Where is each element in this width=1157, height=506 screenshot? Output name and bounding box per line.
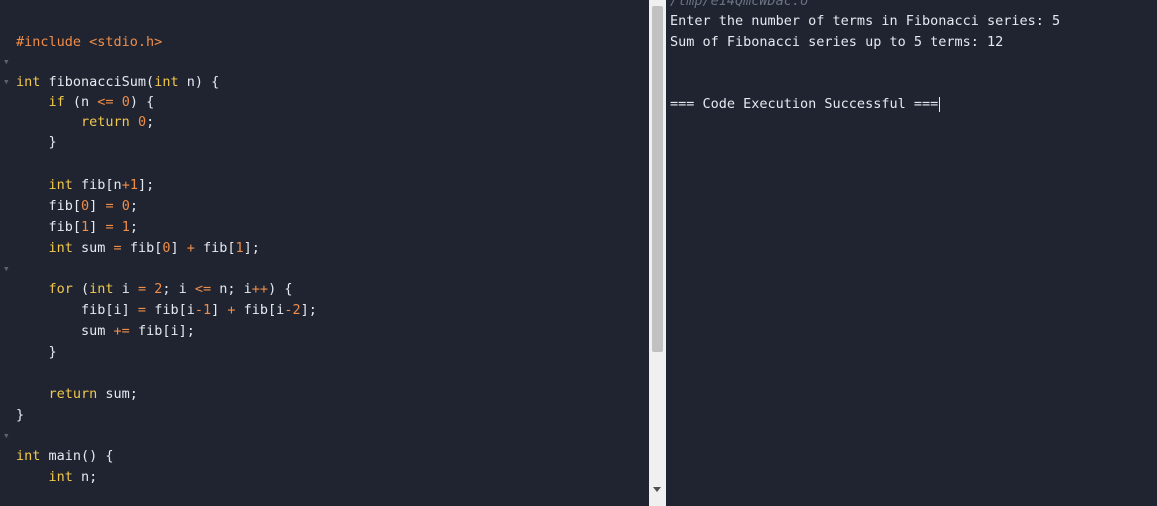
output-line: Enter the number of terms in Fibonacci s…: [670, 13, 1061, 29]
output-line: Sum of Fibonacci series up to 5 terms: 1…: [670, 34, 1004, 50]
text-cursor: [939, 96, 941, 112]
scroll-down-arrow-icon[interactable]: [653, 487, 661, 492]
code-editor[interactable]: #include <stdio.h> ▾ int fibonacciSum(in…: [0, 0, 649, 506]
code-line[interactable]: #include <stdio.h>: [0, 0, 649, 50]
code-line[interactable]: return 0;: [0, 72, 649, 130]
output-status-line: === Code Execution Successful ===: [670, 94, 941, 114]
execution-status-text: === Code Execution Successful ===: [670, 96, 939, 112]
code-line[interactable]: return sum;: [0, 344, 649, 402]
editor-scrollbar[interactable]: [649, 0, 666, 506]
code-line[interactable]: ▾ if (n <= 0) {: [0, 52, 649, 110]
code-line[interactable]: printf("Enter the number of terms in Fib…: [0, 469, 649, 489]
scrollbar-thumb[interactable]: [652, 6, 663, 352]
code-line[interactable]: fib[0] = 0;: [0, 156, 649, 214]
code-line[interactable]: }: [0, 302, 649, 360]
code-line[interactable]: }: [0, 92, 649, 150]
code-line[interactable]: ▾ int fibonacciSum(int n) {: [0, 32, 649, 90]
code-line[interactable]: }: [0, 365, 649, 423]
code-line[interactable]: ▾ for (int i = 2; i <= n; i++) {: [0, 239, 649, 297]
code-line[interactable]: fib[i] = fib[i-1] + fib[i-2];: [0, 260, 649, 318]
code-line[interactable]: int n;: [0, 427, 649, 485]
code-line[interactable]: fib[1] = 1;: [0, 177, 649, 235]
compiler-workspace: #include <stdio.h> ▾ int fibonacciSum(in…: [0, 0, 1157, 506]
code-line[interactable]: int sum = fib[0] + fib[1];: [0, 198, 649, 256]
output-console: /tmp/e14QmcWDac.o Enter the number of te…: [666, 0, 1157, 506]
code-line[interactable]: sum += fib[i];: [0, 281, 649, 339]
output-header-path: /tmp/e14QmcWDac.o: [670, 0, 809, 9]
code-line[interactable]: int fib[n+1];: [0, 135, 649, 193]
code-line[interactable]: ▾ int main() {: [0, 406, 649, 464]
